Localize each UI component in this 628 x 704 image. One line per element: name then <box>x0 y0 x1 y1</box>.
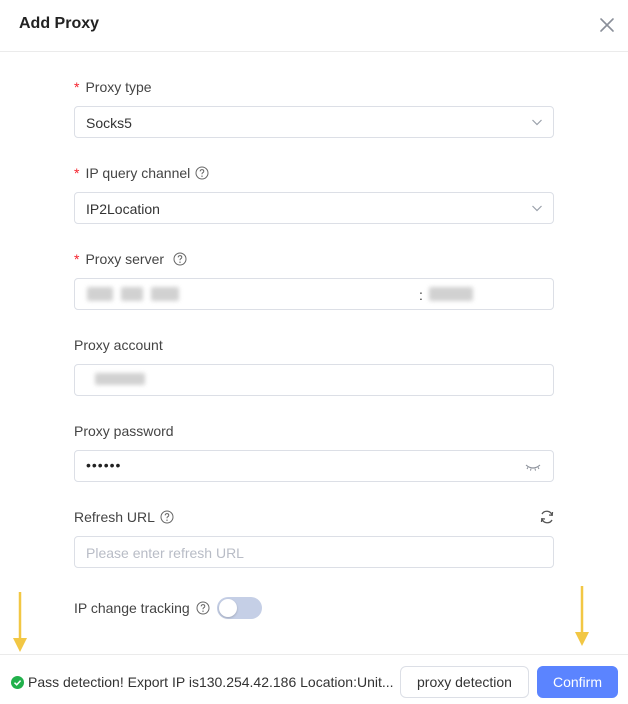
proxy-account-input[interactable] <box>74 364 554 396</box>
confirm-button[interactable]: Confirm <box>537 666 618 698</box>
proxy-account-label-text: Proxy account <box>74 337 163 353</box>
refresh-url-label: Refresh URL <box>74 509 174 525</box>
proxy-type-label-text: Proxy type <box>85 79 152 95</box>
proxy-type-value: Socks5 <box>86 115 132 131</box>
arrow-down-icon <box>13 592 27 652</box>
refresh-url-input[interactable]: Please enter refresh URL <box>74 536 554 568</box>
required-mark: * <box>74 251 80 267</box>
ip-query-channel-label: * IP query channel <box>74 165 209 181</box>
help-icon[interactable] <box>195 166 209 180</box>
toggle-knob <box>219 599 237 617</box>
dialog-header: Add Proxy <box>0 0 628 52</box>
arrow-down-icon <box>575 586 589 646</box>
redacted-host-part <box>121 287 143 301</box>
proxy-password-label: Proxy password <box>74 423 174 439</box>
required-mark: * <box>74 79 80 95</box>
help-icon[interactable] <box>196 601 210 615</box>
dialog-footer: Pass detection! Export IP is130.254.42.1… <box>0 654 628 704</box>
proxy-type-label: * Proxy type <box>74 79 152 95</box>
ip-change-tracking-label-text: IP change tracking <box>74 600 190 616</box>
chevron-down-icon <box>532 119 542 126</box>
eye-closed-icon[interactable] <box>525 461 541 473</box>
ip-query-channel-value: IP2Location <box>86 201 160 217</box>
redacted-host-part <box>151 287 179 301</box>
help-icon[interactable] <box>173 252 187 266</box>
ip-query-channel-select[interactable]: IP2Location <box>74 192 554 224</box>
redacted-host-part <box>87 287 113 301</box>
refresh-url-placeholder: Please enter refresh URL <box>86 545 244 561</box>
refresh-url-label-text: Refresh URL <box>74 509 155 525</box>
proxy-server-label: * Proxy server <box>74 251 187 267</box>
add-proxy-dialog: Add Proxy * Proxy type Socks5 * IP query… <box>0 0 628 704</box>
proxy-type-select[interactable]: Socks5 <box>74 106 554 138</box>
host-port-separator: : <box>419 287 423 303</box>
ip-change-tracking-toggle[interactable] <box>217 597 262 619</box>
check-circle-icon <box>11 675 24 689</box>
ip-change-tracking-label: IP change tracking <box>74 600 210 616</box>
refresh-icon[interactable] <box>539 509 555 525</box>
proxy-password-label-text: Proxy password <box>74 423 174 439</box>
proxy-detection-button[interactable]: proxy detection <box>400 666 529 698</box>
password-value: •••••• <box>86 457 122 473</box>
proxy-account-label: Proxy account <box>74 337 163 353</box>
dialog-title: Add Proxy <box>19 15 100 32</box>
redacted-account <box>95 373 145 385</box>
required-mark: * <box>74 165 80 181</box>
proxy-password-input[interactable]: •••••• <box>74 450 554 482</box>
help-icon[interactable] <box>160 510 174 524</box>
redacted-port <box>429 287 473 301</box>
proxy-server-label-text: Proxy server <box>85 251 165 267</box>
detection-status: Pass detection! Export IP is130.254.42.1… <box>11 674 394 690</box>
chevron-down-icon <box>532 205 542 212</box>
detection-status-text: Pass detection! Export IP is130.254.42.1… <box>28 674 394 690</box>
ip-query-channel-label-text: IP query channel <box>85 165 191 181</box>
proxy-server-input[interactable]: : <box>74 278 554 310</box>
close-icon[interactable] <box>597 15 617 35</box>
